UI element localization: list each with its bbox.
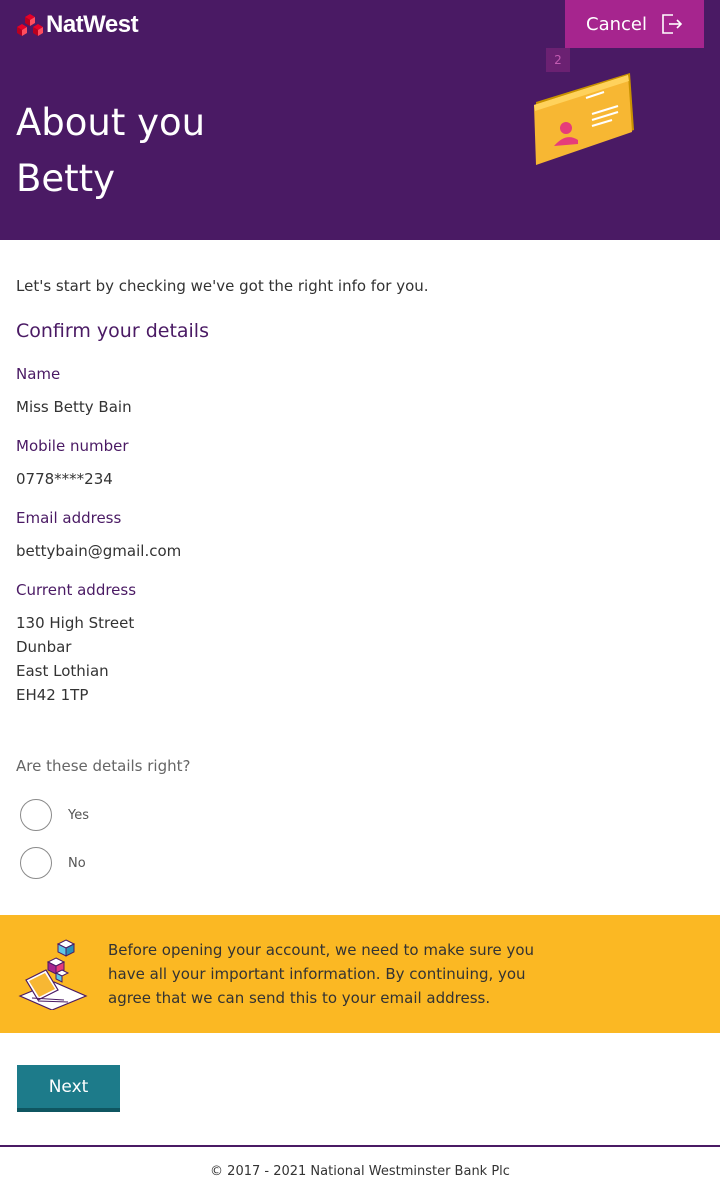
- page-title: About you Betty: [16, 95, 205, 207]
- radio-yes-label[interactable]: Yes: [68, 808, 89, 823]
- info-notice: Before opening your account, we need to …: [0, 915, 720, 1033]
- page-header: NatWest Cancel 2 About you Betty: [0, 0, 720, 240]
- page-title-line1: About you: [16, 101, 206, 144]
- address-line: Dunbar: [16, 638, 72, 656]
- address-line: EH42 1TP: [16, 686, 89, 704]
- email-label: Email address: [16, 509, 122, 527]
- radio-no-circle[interactable]: [20, 847, 52, 879]
- natwest-cubes-icon: [17, 13, 43, 36]
- radio-no-label[interactable]: No: [68, 856, 86, 871]
- mobile-label: Mobile number: [16, 437, 129, 455]
- next-button[interactable]: Next: [17, 1065, 120, 1112]
- footer-copyright: © 2017 - 2021 National Westminster Bank …: [210, 1164, 510, 1179]
- cancel-button[interactable]: Cancel: [565, 0, 704, 48]
- address-line: 130 High Street: [16, 614, 135, 632]
- name-label: Name: [16, 365, 61, 383]
- address-value: 130 High Street Dunbar East Lothian EH42…: [16, 611, 134, 707]
- next-button-label: Next: [48, 1076, 89, 1097]
- cancel-label: Cancel: [586, 13, 647, 35]
- name-value: Miss Betty Bain: [16, 398, 132, 416]
- mobile-value: 0778****234: [16, 470, 113, 488]
- step-badge: 2: [546, 48, 570, 72]
- notice-text: Before opening your account, we need to …: [108, 941, 535, 1007]
- email-value: bettybain@gmail.com: [16, 542, 182, 560]
- brand-name: NatWest: [46, 11, 139, 38]
- radio-yes[interactable]: Yes: [20, 799, 89, 831]
- laptop-cubes-icon: [18, 939, 88, 1010]
- intro-text: Let's start by checking we've got the ri…: [16, 277, 429, 295]
- footer-divider: [0, 1145, 720, 1147]
- page-title-name: Betty: [16, 157, 116, 200]
- exit-icon: [662, 14, 683, 34]
- address-line: East Lothian: [16, 662, 109, 680]
- natwest-logo: NatWest: [16, 11, 139, 39]
- radio-no[interactable]: No: [20, 847, 86, 879]
- confirm-question: Are these details right?: [16, 757, 191, 775]
- section-title: Confirm your details: [16, 320, 209, 342]
- radio-yes-circle[interactable]: [20, 799, 52, 831]
- address-label: Current address: [16, 581, 137, 599]
- id-card-illustration: [534, 73, 634, 165]
